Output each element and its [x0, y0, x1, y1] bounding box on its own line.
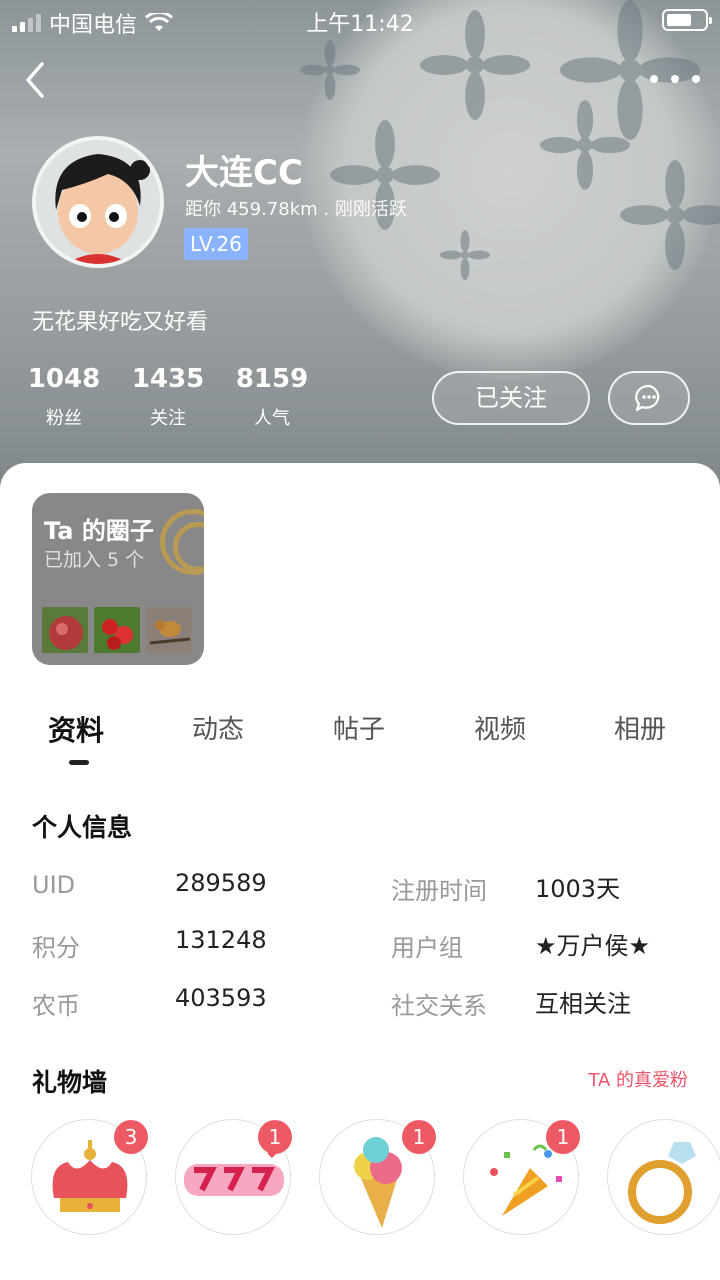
gift-item[interactable]: [607, 1119, 720, 1235]
tab-activity[interactable]: 动态: [192, 709, 244, 746]
personal-info-title: 个人信息: [32, 813, 133, 842]
gift-count-badge: 1: [258, 1120, 292, 1154]
info-value-uid: 289589: [175, 869, 267, 897]
circles-title: Ta 的圈子: [44, 517, 154, 545]
gift-item[interactable]: 1: [319, 1119, 436, 1235]
info-value-points: 131248: [175, 926, 267, 954]
gift-item[interactable]: 3: [31, 1119, 148, 1235]
stat-value: 1048: [27, 364, 101, 394]
active-tab-indicator: [69, 760, 89, 765]
profile-header: 中国电信 上午11:42 大连CC 距你 459.78km . 刚刚活跃 LV.…: [0, 0, 720, 500]
stat-popularity[interactable]: 8159 人气: [232, 364, 312, 430]
back-arrow-icon[interactable]: [20, 60, 60, 100]
ring-icon: [628, 1142, 696, 1224]
chat-bubble-icon: [635, 384, 660, 412]
profile-tabs: 资料 动态 帖子 视频 相册: [0, 709, 720, 769]
info-value-register-time: 1003天: [535, 875, 621, 903]
status-bar: 中国电信 上午11:42: [0, 0, 720, 40]
bio: 无花果好吃又好看: [32, 310, 209, 335]
avatar[interactable]: [32, 136, 164, 268]
circle-thumbnail-bird: [146, 607, 192, 653]
message-button[interactable]: [608, 371, 690, 425]
info-value-relationship: 互相关注: [535, 990, 631, 1018]
info-label-points: 积分: [32, 934, 80, 962]
stat-following[interactable]: 1435 关注: [128, 364, 208, 430]
tab-profile[interactable]: 资料: [48, 709, 104, 749]
info-label-register-time: 注册时间: [391, 877, 487, 905]
circles-subtitle: 已加入 5 个: [44, 549, 145, 571]
stat-value: 1435: [131, 364, 205, 394]
info-label-uid: UID: [32, 871, 76, 899]
more-options-icon[interactable]: [650, 64, 700, 94]
flower-decoration-icon: [440, 230, 490, 280]
flower-decoration-icon: [540, 100, 630, 190]
stat-value: 8159: [235, 364, 309, 394]
info-label-coins: 农币: [32, 992, 80, 1020]
tab-videos[interactable]: 视频: [474, 709, 526, 746]
gift-item[interactable]: 1: [175, 1119, 292, 1235]
circle-logo-icon: [160, 509, 204, 575]
tab-album[interactable]: 相册: [614, 709, 666, 746]
info-value-user-group: ★万户侯★: [535, 932, 651, 960]
gift-count-badge: 1: [402, 1120, 436, 1154]
circle-thumbnail-strawberry: [94, 607, 140, 653]
info-label-user-group: 用户组: [391, 934, 463, 962]
info-label-relationship: 社交关系: [391, 992, 487, 1020]
battery-icon: [662, 9, 712, 31]
stat-label: 人气: [254, 408, 290, 429]
stat-label: 粉丝: [46, 408, 82, 429]
stat-label: 关注: [150, 408, 186, 429]
tab-posts[interactable]: 帖子: [333, 709, 385, 746]
circle-thumbnail-fig: [42, 607, 88, 653]
info-value-coins: 403593: [175, 984, 267, 1012]
status-time: 上午11:42: [306, 12, 414, 37]
gift-wall-title: 礼物墙: [32, 1068, 108, 1097]
circles-card[interactable]: Ta 的圈子 已加入 5 个: [32, 493, 204, 665]
level-badge: LV.26: [184, 228, 248, 260]
gift-count-badge: 1: [546, 1120, 580, 1154]
avatar-image: [36, 140, 160, 264]
true-fans-link[interactable]: TA 的真爱粉: [588, 1066, 688, 1092]
distance-activity: 距你 459.78km . 刚刚活跃: [185, 199, 407, 220]
gift-count-badge: 3: [114, 1120, 148, 1154]
gift-item[interactable]: 1: [463, 1119, 580, 1235]
stat-fans[interactable]: 1048 粉丝: [24, 364, 104, 430]
flower-decoration-icon: [620, 160, 720, 270]
nickname: 大连CC: [185, 153, 303, 193]
profile-content-card: Ta 的圈子 已加入 5 个 资料 动态 帖子 视频 相册 个人信息 UID 2…: [0, 463, 720, 1280]
flower-decoration-icon: [300, 40, 360, 100]
followed-button[interactable]: 已关注: [432, 371, 590, 425]
